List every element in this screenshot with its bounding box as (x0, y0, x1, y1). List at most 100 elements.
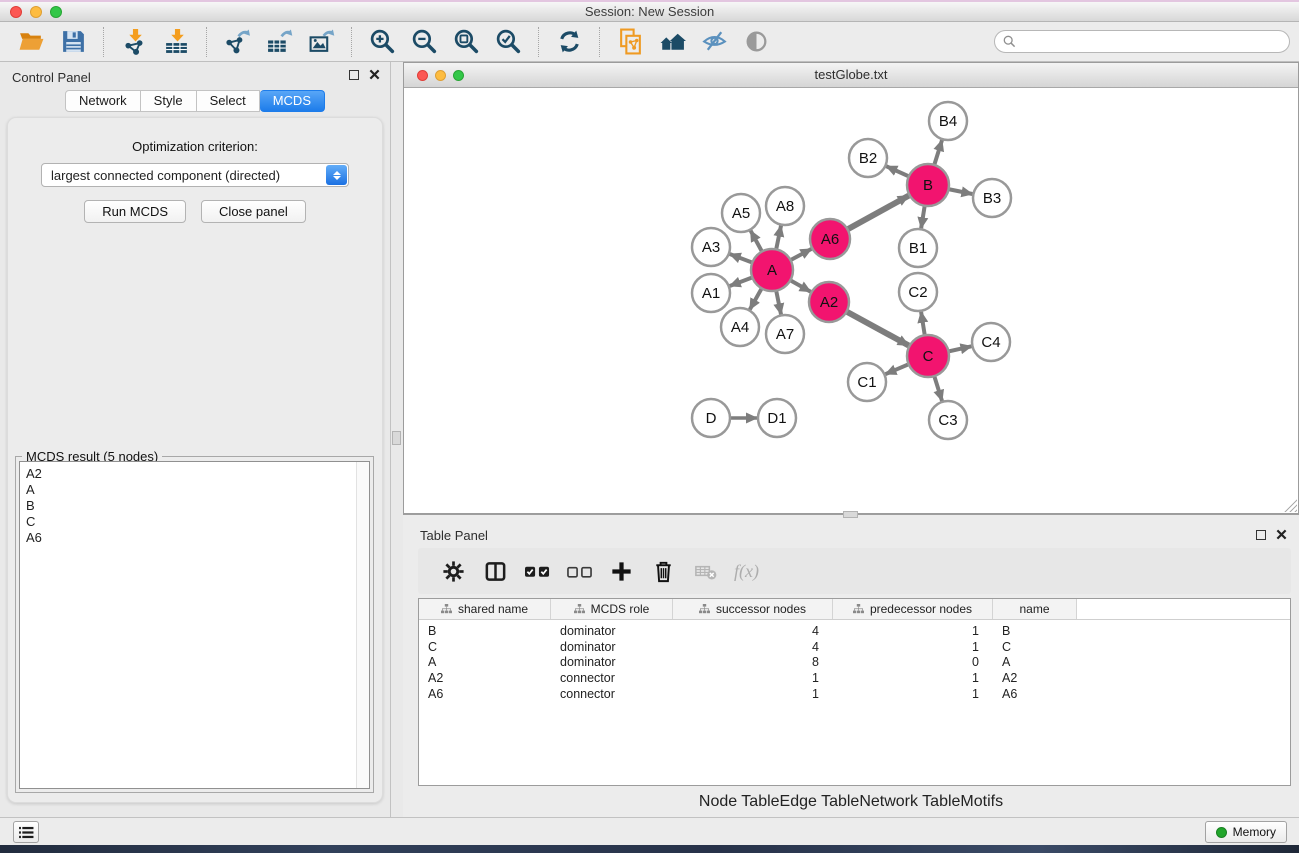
tab-style[interactable]: Style (141, 90, 197, 112)
hide-eye-icon[interactable] (695, 25, 733, 59)
list-item[interactable]: A (26, 482, 369, 498)
open-folder-icon[interactable] (12, 25, 50, 59)
list-item[interactable]: A2 (26, 466, 369, 482)
zoom-in-icon[interactable] (363, 25, 401, 59)
graph-node-label: A4 (731, 319, 749, 336)
minimize-network-window-button[interactable] (435, 70, 446, 81)
graph-node-label: A2 (820, 294, 838, 311)
column-header-mcds-role[interactable]: MCDS role (551, 599, 673, 619)
control-panel-title: Control Panel (12, 70, 91, 85)
close-panel-icon[interactable] (369, 69, 380, 80)
import-table-icon[interactable] (157, 25, 195, 59)
toolbar-separator (538, 27, 539, 57)
table-row[interactable]: A2connector11A2 (419, 670, 1290, 686)
mcds-result-group: MCDS result (5 nodes) A2ABCA6 (15, 456, 374, 793)
float-panel-icon[interactable] (349, 70, 359, 80)
tab-network[interactable]: Network (65, 90, 141, 112)
table-row[interactable]: Bdominator41B (419, 623, 1290, 639)
delete-table-icon[interactable] (684, 551, 726, 591)
tab-edge-table[interactable]: Edge Table (780, 793, 860, 811)
tab-select[interactable]: Select (197, 90, 260, 112)
maximize-window-button[interactable] (50, 6, 62, 18)
graph-node-label: B4 (939, 113, 957, 130)
control-panel-tabs: NetworkStyleSelectMCDS (0, 90, 390, 112)
zoom-selected-icon[interactable] (489, 25, 527, 59)
toolbar-separator (599, 27, 600, 57)
table-row[interactable]: Adominator80A (419, 655, 1290, 671)
export-network-icon[interactable] (218, 25, 256, 59)
memory-button[interactable]: Memory (1205, 821, 1287, 843)
show-eye-icon[interactable] (737, 25, 775, 59)
scrollbar-track[interactable] (356, 462, 369, 788)
app-titlebar: Session: New Session (0, 0, 1299, 22)
criterion-value: largest connected component (directed) (51, 168, 280, 183)
trash-icon[interactable] (642, 551, 684, 591)
node-table: shared nameMCDS rolesuccessor nodesprede… (418, 598, 1291, 786)
graph-node-label: A8 (776, 198, 794, 215)
list-icon (19, 826, 34, 839)
vertical-split-divider[interactable] (391, 62, 403, 817)
graph-node-label: C1 (857, 374, 876, 391)
gear-icon[interactable] (432, 551, 474, 591)
table-row[interactable]: A6connector11A6 (419, 686, 1290, 702)
graph-node-label: D1 (767, 410, 786, 427)
horizontal-split-divider[interactable] (403, 514, 1299, 522)
desktop-wallpaper (0, 845, 1299, 853)
main-toolbar (0, 22, 1299, 62)
column-header-shared-name[interactable]: shared name (419, 599, 551, 619)
table-row[interactable]: Cdominator41C (419, 639, 1290, 655)
tab-mcds[interactable]: MCDS (260, 90, 325, 112)
run-mcds-button[interactable]: Run MCDS (84, 200, 186, 223)
divider-handle[interactable] (843, 511, 858, 518)
minimize-window-button[interactable] (30, 6, 42, 18)
graph-node-label: B1 (909, 240, 927, 257)
column-type-icon (699, 604, 710, 615)
close-network-window-button[interactable] (417, 70, 428, 81)
column-header-successor-nodes[interactable]: successor nodes (673, 599, 833, 619)
checked-boxes-icon[interactable] (516, 551, 558, 591)
save-icon[interactable] (54, 25, 92, 59)
unchecked-boxes-icon[interactable] (558, 551, 600, 591)
graph-node-label: A3 (702, 239, 720, 256)
network-canvas[interactable]: B4B2BB3A5A8A6B1A3AA1C2A2A4A7C4CC1C3DD1 (404, 88, 1298, 513)
search-box[interactable] (994, 30, 1290, 53)
task-list-button[interactable] (13, 821, 39, 843)
close-panel-icon[interactable] (1276, 529, 1287, 540)
export-image-icon[interactable] (302, 25, 340, 59)
search-input[interactable] (1021, 35, 1281, 49)
list-item[interactable]: C (26, 514, 369, 530)
divider-handle[interactable] (392, 431, 401, 445)
plus-icon[interactable] (600, 551, 642, 591)
function-icon[interactable]: f(x) (734, 561, 759, 582)
toolbar-separator (351, 27, 352, 57)
import-network-icon[interactable] (115, 25, 153, 59)
columns-icon[interactable] (474, 551, 516, 591)
close-panel-button[interactable]: Close panel (201, 200, 306, 223)
network-window-titlebar[interactable]: testGlobe.txt (404, 63, 1298, 88)
search-icon (1003, 35, 1016, 48)
close-window-button[interactable] (10, 6, 22, 18)
mcds-tab-content: Optimization criterion: largest connecte… (7, 117, 383, 803)
table-panel-title: Table Panel (420, 528, 488, 543)
tab-node-table[interactable]: Node Table (699, 793, 780, 811)
maximize-network-window-button[interactable] (453, 70, 464, 81)
graph-node-label: D (706, 410, 717, 427)
list-item[interactable]: A6 (26, 530, 369, 546)
home-icon[interactable] (653, 25, 691, 59)
float-panel-icon[interactable] (1256, 530, 1266, 540)
criterion-select[interactable]: largest connected component (directed) (41, 163, 349, 187)
new-network-from-selection-icon[interactable] (611, 25, 649, 59)
column-header-predecessor-nodes[interactable]: predecessor nodes (833, 599, 993, 619)
tab-network-table[interactable]: Network Table (859, 793, 960, 811)
list-item[interactable]: B (26, 498, 369, 514)
graph-node-label: C (923, 348, 934, 365)
tab-motifs[interactable]: Motifs (960, 793, 1003, 811)
zoom-fit-icon[interactable] (447, 25, 485, 59)
refresh-icon[interactable] (550, 25, 588, 59)
export-table-icon[interactable] (260, 25, 298, 59)
graph-node-label: A1 (702, 285, 720, 302)
column-header-name[interactable]: name (993, 599, 1077, 619)
toolbar-separator (103, 27, 104, 57)
graph-node-label: A6 (821, 231, 839, 248)
zoom-out-icon[interactable] (405, 25, 443, 59)
